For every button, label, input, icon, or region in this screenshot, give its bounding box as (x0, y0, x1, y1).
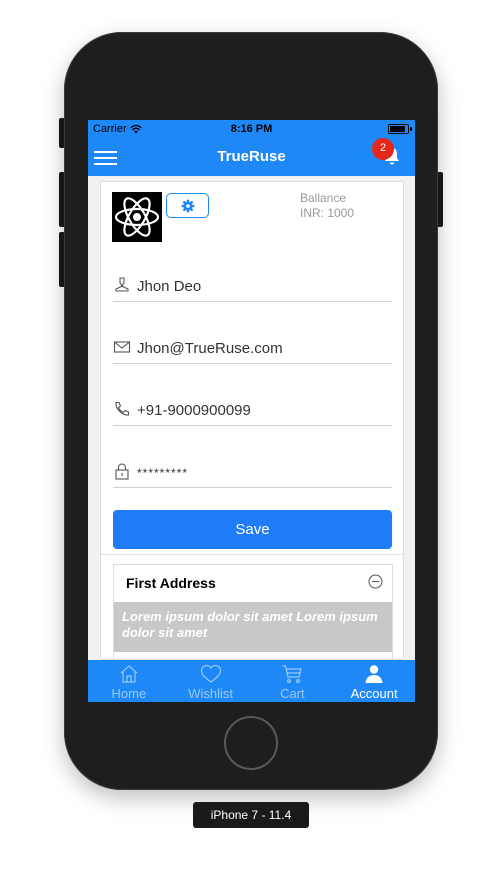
atom-logo-icon (114, 197, 160, 237)
password-value: ********* (137, 466, 189, 480)
device-label: iPhone 7 - 11.4 (193, 802, 309, 828)
lock-icon (115, 463, 129, 480)
email-field[interactable]: Jhon@TrueRuse.com (113, 334, 392, 364)
notification-badge: 2 (372, 138, 394, 160)
settings-button[interactable] (166, 193, 209, 218)
mail-icon (113, 341, 131, 353)
tab-account-label: Account (350, 686, 398, 701)
balance-info: Ballance INR: 1000 (300, 191, 354, 221)
address-body: Lorem ipsum dolor sit amet Lorem ipsum d… (114, 602, 392, 652)
section-divider (101, 554, 405, 555)
status-time: 8:16 PM (230, 123, 273, 135)
tab-account[interactable]: Account (333, 660, 415, 702)
balance-value: INR: 1000 (300, 206, 355, 220)
collapse-minus-icon[interactable] (368, 574, 383, 589)
address-panel: First Address Lorem ipsum dolor sit amet… (113, 564, 393, 664)
tab-bar: Home Wishlist Cart Account (88, 660, 415, 702)
heart-icon (200, 664, 221, 683)
user-icon (365, 665, 383, 683)
password-field[interactable]: ********* (113, 458, 392, 488)
user-icon (115, 277, 129, 292)
balance-title: Ballance (300, 191, 347, 205)
name-value: Jhon Deo (137, 278, 202, 295)
profile-card: Ballance INR: 1000 Jhon Deo Jhon@TrueRus… (100, 181, 405, 664)
profile-content: Ballance INR: 1000 Jhon Deo Jhon@TrueRus… (88, 176, 415, 664)
tab-cart[interactable]: Cart (252, 660, 334, 702)
avatar (112, 192, 162, 242)
email-value: Jhon@TrueRuse.com (137, 340, 283, 357)
home-button[interactable] (224, 716, 278, 770)
tab-home[interactable]: Home (88, 660, 170, 702)
cart-icon (282, 665, 303, 684)
tab-cart-label: Cart (280, 686, 305, 701)
phone-field[interactable]: +91-9000900099 (113, 396, 392, 426)
phone-icon (115, 401, 130, 416)
app-screen: Carrier 8:16 PM TrueRuse 2 Ballance INR:… (88, 120, 415, 702)
tab-home-label: Home (111, 686, 147, 701)
gear-icon (181, 199, 194, 212)
save-button[interactable]: Save (113, 510, 392, 549)
address-title: First Address (126, 575, 216, 591)
nav-bar: TrueRuse 2 (88, 138, 415, 176)
tab-wishlist[interactable]: Wishlist (170, 660, 252, 702)
app-title: TrueRuse (217, 148, 286, 165)
battery-icon (388, 124, 412, 134)
phone-value: +91-9000900099 (137, 402, 251, 419)
name-field[interactable]: Jhon Deo (113, 272, 392, 302)
status-bar: Carrier 8:16 PM (88, 120, 415, 138)
tab-wishlist-label: Wishlist (188, 686, 234, 701)
simulator-stage: Carrier 8:16 PM TrueRuse 2 Ballance INR:… (0, 0, 502, 870)
home-icon (120, 665, 138, 683)
